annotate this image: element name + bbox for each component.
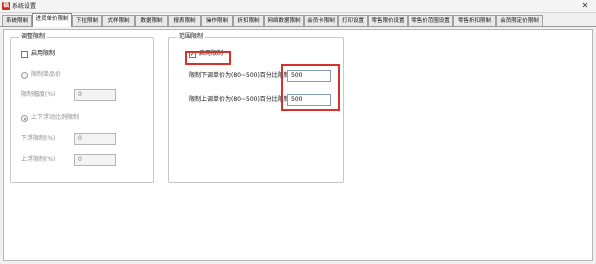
adjustment-enable-checkbox[interactable]	[21, 51, 28, 58]
lower-float-label: 下浮限制(%)	[21, 135, 56, 142]
tab-retail-discount-limits[interactable]: 零售折扣限制	[453, 15, 496, 26]
adjustment-limit-group-title: 调整限制	[19, 33, 48, 41]
upper-float-label: 上浮限制(%)	[21, 156, 56, 163]
tab-member-price-limits[interactable]: 会员限定价限制	[496, 15, 543, 26]
tab-system-limits[interactable]: 系统限制	[2, 15, 32, 26]
enable-limit-highlight	[185, 51, 231, 65]
float-ratio-radio-label: 上下浮动比例限制	[31, 114, 80, 121]
tab-dropdown-limits[interactable]: 下拉限制	[72, 15, 102, 26]
tab-retail-price-settings[interactable]: 零售限价设置	[368, 15, 408, 26]
window-title: 系统设置	[12, 3, 37, 10]
tab-page-panel: 调整限制 启用限制 限制单品价 限制幅度(%) 0 上下浮动比例限制 下浮限制(…	[3, 29, 593, 261]
tab-purchase-price-limits[interactable]: 进货单价限制	[32, 13, 72, 27]
tab-member-card-limits[interactable]: 会员卡限制	[304, 15, 338, 26]
close-button[interactable]: ✕	[576, 1, 594, 11]
tab-report-limits[interactable]: 报表限制	[168, 15, 201, 26]
lower-adjust-limit-label: 限制下调单价为(80~500)百分比限制	[189, 72, 290, 79]
single-price-radio[interactable]	[21, 72, 28, 79]
limit-range-input[interactable]: 0	[74, 89, 116, 101]
upper-float-input[interactable]: 0	[74, 154, 116, 166]
tab-retail-price-range-settings[interactable]: 零售价范围设置	[408, 15, 453, 26]
title-bar: 福 系统设置 ✕	[0, 0, 596, 13]
tab-operation-limits[interactable]: 操作限制	[201, 15, 233, 26]
range-limit-group-title: 范围限制	[177, 33, 206, 41]
tab-discount-limits[interactable]: 折扣限制	[233, 15, 264, 26]
single-price-radio-label: 限制单品价	[31, 71, 62, 78]
limit-range-label: 限制幅度(%)	[21, 91, 56, 98]
upper-adjust-limit-label: 限制上调单价为(80~500)百分比限制	[189, 96, 290, 103]
adjustment-limit-group: 调整限制 启用限制 限制单品价 限制幅度(%) 0 上下浮动比例限制 下浮限制(…	[10, 33, 154, 183]
tab-strip: 系统限制 进货单价限制 下拉限制 式样限制 数据限制 报表限制 操作限制 折扣限…	[0, 13, 596, 27]
tab-print-settings[interactable]: 打印设置	[338, 15, 368, 26]
float-ratio-radio[interactable]	[21, 115, 28, 122]
lower-float-input[interactable]: 0	[74, 133, 116, 145]
content-area: 调整限制 启用限制 限制单品价 限制幅度(%) 0 上下浮动比例限制 下浮限制(…	[0, 27, 596, 264]
adjustment-enable-label: 启用限制	[31, 50, 56, 57]
input-fields-highlight	[281, 64, 340, 111]
tab-data-limits[interactable]: 数据限制	[135, 15, 168, 26]
app-logo-icon: 福	[2, 2, 10, 10]
tab-style-limits[interactable]: 式样限制	[102, 15, 135, 26]
tab-network-data-limits[interactable]: 网络数据限制	[264, 15, 304, 26]
